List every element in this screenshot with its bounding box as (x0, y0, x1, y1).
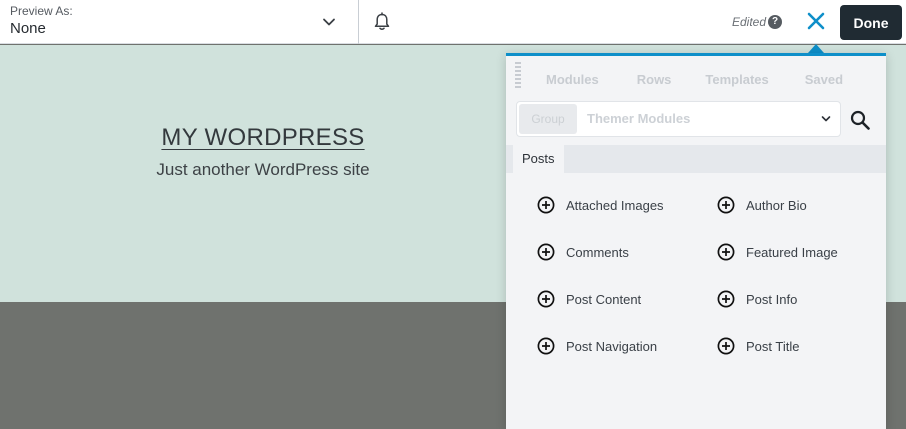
tab-rows[interactable]: Rows (637, 72, 672, 87)
tab-saved[interactable]: Saved (805, 72, 843, 87)
module-label: Comments (566, 244, 629, 260)
tab-templates[interactable]: Templates (705, 72, 768, 87)
preview-as-select[interactable]: Preview As: None (0, 0, 359, 44)
module-featured-image[interactable]: Featured Image (717, 243, 877, 261)
module-author-bio[interactable]: Author Bio (717, 196, 877, 214)
module-label: Post Content (566, 291, 642, 307)
content-panel: Modules Rows Templates Saved Group Theme… (506, 53, 886, 429)
preview-as-label: Preview As: (10, 4, 73, 18)
tab-modules[interactable]: Modules (546, 72, 599, 87)
module-label: Author Bio (746, 197, 807, 213)
section-tabs-bar: Posts (506, 145, 886, 173)
module-comments[interactable]: Comments (537, 243, 717, 261)
plus-circle-icon (717, 196, 735, 214)
plus-circle-icon (717, 243, 735, 261)
module-label: Attached Images (566, 197, 664, 213)
preview-as-value: None (10, 20, 46, 37)
module-label: Post Navigation (566, 338, 658, 354)
module-attached-images[interactable]: Attached Images (537, 196, 717, 214)
panel-pointer (808, 44, 824, 53)
edited-status: Edited (732, 15, 767, 29)
help-icon[interactable]: ? (768, 15, 782, 29)
module-post-info[interactable]: Post Info (717, 290, 877, 308)
drag-handle[interactable] (515, 62, 521, 90)
chevron-down-icon (323, 18, 335, 26)
module-label: Featured Image (746, 244, 838, 260)
module-post-navigation[interactable]: Post Navigation (537, 337, 717, 355)
site-tagline: Just another WordPress site (156, 160, 370, 179)
module-post-content[interactable]: Post Content (537, 290, 717, 308)
close-icon[interactable] (805, 10, 827, 32)
site-title[interactable]: MY WORDPRESS (0, 124, 526, 152)
module-list: Attached Images Author Bio Comments Feat… (537, 196, 877, 355)
plus-circle-icon (717, 290, 735, 308)
plus-circle-icon (717, 337, 735, 355)
plus-circle-icon (537, 196, 555, 214)
group-select[interactable]: Group Themer Modules (516, 101, 841, 137)
plus-circle-icon (537, 243, 555, 261)
panel-tabs: Modules Rows Templates Saved (546, 72, 881, 87)
bell-icon[interactable] (372, 12, 392, 32)
search-icon[interactable] (850, 110, 870, 130)
module-label: Post Title (746, 338, 800, 354)
top-bar: Preview As: None Edited ? Done (0, 0, 906, 44)
plus-circle-icon (537, 290, 555, 308)
plus-circle-icon (537, 337, 555, 355)
section-tab-posts[interactable]: Posts (513, 145, 564, 173)
module-post-title[interactable]: Post Title (717, 337, 877, 355)
done-button[interactable]: Done (840, 5, 902, 40)
group-select-value: Themer Modules (587, 111, 691, 126)
group-label: Group (519, 104, 577, 134)
chevron-down-icon (821, 116, 831, 122)
module-label: Post Info (746, 291, 798, 307)
